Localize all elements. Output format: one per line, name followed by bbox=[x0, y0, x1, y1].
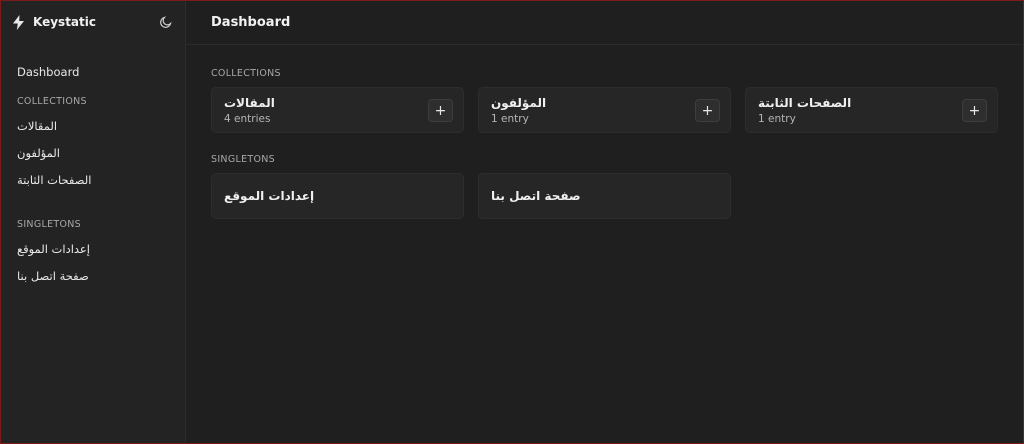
sidebar-item-singleton[interactable]: صفحة اتصل بنا bbox=[1, 265, 185, 287]
collection-card[interactable]: المؤلفون 1 entry + bbox=[478, 87, 731, 133]
brand-bar: Keystatic bbox=[1, 1, 185, 43]
keystatic-logo-icon bbox=[10, 14, 27, 31]
singleton-card[interactable]: إعدادات الموقع bbox=[211, 173, 464, 219]
collection-card[interactable]: المقالات 4 entries + bbox=[211, 87, 464, 133]
collection-card[interactable]: الصفحات الثابتة 1 entry + bbox=[745, 87, 998, 133]
collection-entry-count: 1 entry bbox=[758, 113, 796, 125]
sidebar: Keystatic Dashboard COLLECTIONS المقالات… bbox=[1, 1, 186, 443]
collection-entry-count: 1 entry bbox=[491, 113, 529, 125]
collections-grid: المقالات 4 entries + المؤلفون 1 entry + … bbox=[211, 87, 998, 133]
sidebar-item-collection[interactable]: المؤلفون bbox=[1, 142, 185, 164]
add-entry-button[interactable]: + bbox=[962, 99, 987, 122]
brand[interactable]: Keystatic bbox=[10, 14, 96, 31]
dashboard-content: COLLECTIONS المقالات 4 entries + المؤلفو… bbox=[186, 45, 1023, 219]
moon-icon[interactable] bbox=[159, 15, 173, 29]
main-panel: Dashboard COLLECTIONS المقالات 4 entries… bbox=[186, 1, 1023, 443]
singleton-title: إعدادات الموقع bbox=[224, 189, 315, 203]
collection-title: الصفحات الثابتة bbox=[758, 96, 852, 110]
add-entry-button[interactable]: + bbox=[695, 99, 720, 122]
collections-heading: COLLECTIONS bbox=[211, 68, 281, 79]
add-entry-button[interactable]: + bbox=[428, 99, 453, 122]
collection-entry-count: 4 entries bbox=[224, 113, 271, 125]
plus-icon: + bbox=[701, 102, 714, 119]
sidebar-item-dashboard[interactable]: Dashboard bbox=[1, 61, 185, 83]
sidebar-item-singleton[interactable]: إعدادات الموقع bbox=[1, 238, 185, 260]
singletons-grid: إعدادات الموقع صفحة اتصل بنا bbox=[211, 173, 998, 219]
sidebar-item-collection[interactable]: الصفحات الثابتة bbox=[1, 169, 185, 191]
plus-icon: + bbox=[968, 102, 981, 119]
collection-title: المقالات bbox=[224, 96, 275, 110]
plus-icon: + bbox=[434, 102, 447, 119]
singleton-card[interactable]: صفحة اتصل بنا bbox=[478, 173, 731, 219]
page-title: Dashboard bbox=[211, 15, 291, 30]
singletons-heading: SINGLETONS bbox=[211, 154, 276, 165]
collection-title: المؤلفون bbox=[491, 96, 547, 110]
page-header: Dashboard bbox=[186, 1, 1023, 45]
singleton-title: صفحة اتصل بنا bbox=[491, 189, 581, 203]
app-window: Keystatic Dashboard COLLECTIONS المقالات… bbox=[0, 0, 1024, 444]
sidebar-singletons-heading: SINGLETONS bbox=[17, 219, 82, 230]
sidebar-nav: Dashboard COLLECTIONS المقالات المؤلفون … bbox=[1, 43, 185, 287]
app-name: Keystatic bbox=[33, 15, 96, 29]
sidebar-collections-heading: COLLECTIONS bbox=[17, 96, 87, 107]
sidebar-item-collection[interactable]: المقالات bbox=[1, 115, 185, 137]
